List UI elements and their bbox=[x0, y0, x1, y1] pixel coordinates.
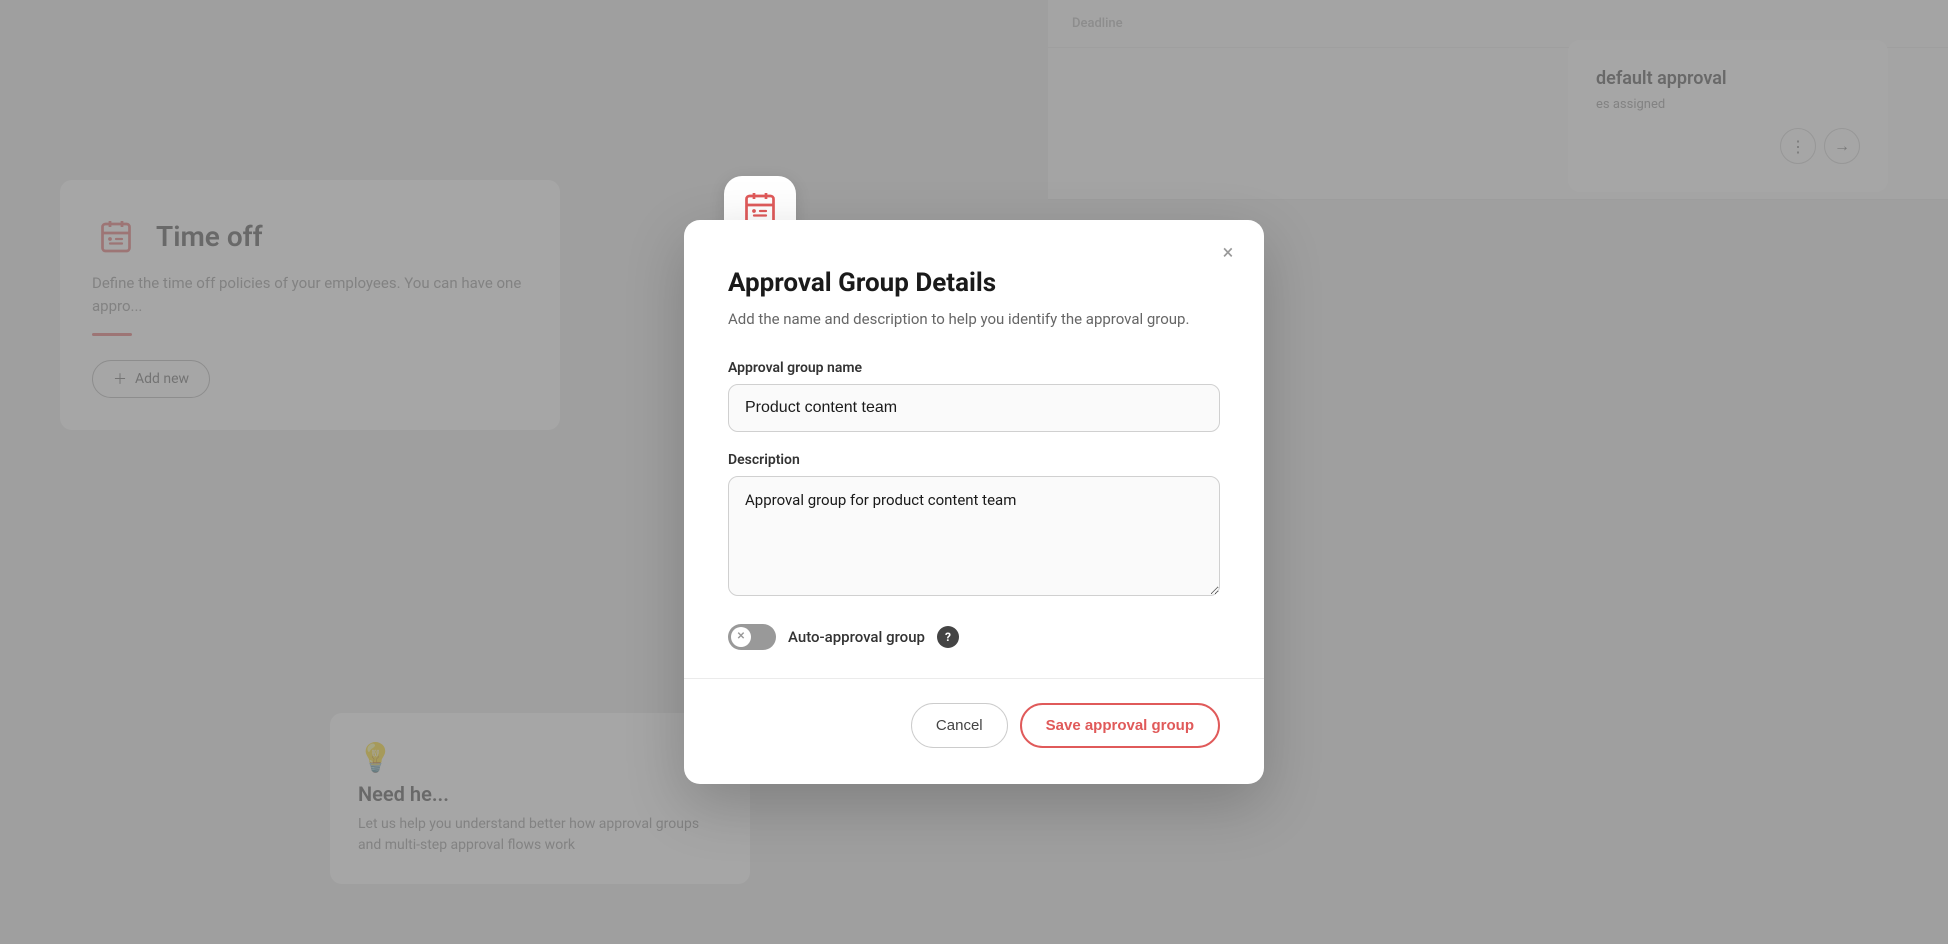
modal-title: Approval Group Details bbox=[728, 268, 1220, 298]
modal-footer-divider bbox=[684, 678, 1264, 679]
modal-close-button[interactable]: × bbox=[1212, 236, 1244, 268]
modal-subtitle: Add the name and description to help you… bbox=[728, 308, 1220, 331]
modal-container: × Approval Group Details Add the name an… bbox=[0, 0, 1948, 944]
description-textarea[interactable]: Approval group for product content team bbox=[728, 476, 1220, 596]
auto-approval-toggle[interactable]: ✕ bbox=[728, 624, 776, 650]
description-field-label: Description bbox=[728, 452, 1220, 468]
auto-approval-label: Auto-approval group bbox=[788, 628, 925, 646]
modal-footer: Cancel Save approval group bbox=[728, 703, 1220, 748]
name-field-label: Approval group name bbox=[728, 360, 1220, 376]
question-mark: ? bbox=[945, 630, 951, 644]
cancel-button[interactable]: Cancel bbox=[911, 703, 1008, 748]
close-icon: × bbox=[1223, 240, 1234, 264]
auto-approval-toggle-row: ✕ Auto-approval group ? bbox=[728, 624, 1220, 650]
save-approval-group-button[interactable]: Save approval group bbox=[1020, 703, 1220, 748]
toggle-thumb: ✕ bbox=[731, 627, 751, 647]
help-icon[interactable]: ? bbox=[937, 626, 959, 648]
approval-group-modal: × Approval Group Details Add the name an… bbox=[684, 220, 1264, 783]
approval-group-name-input[interactable] bbox=[728, 384, 1220, 432]
